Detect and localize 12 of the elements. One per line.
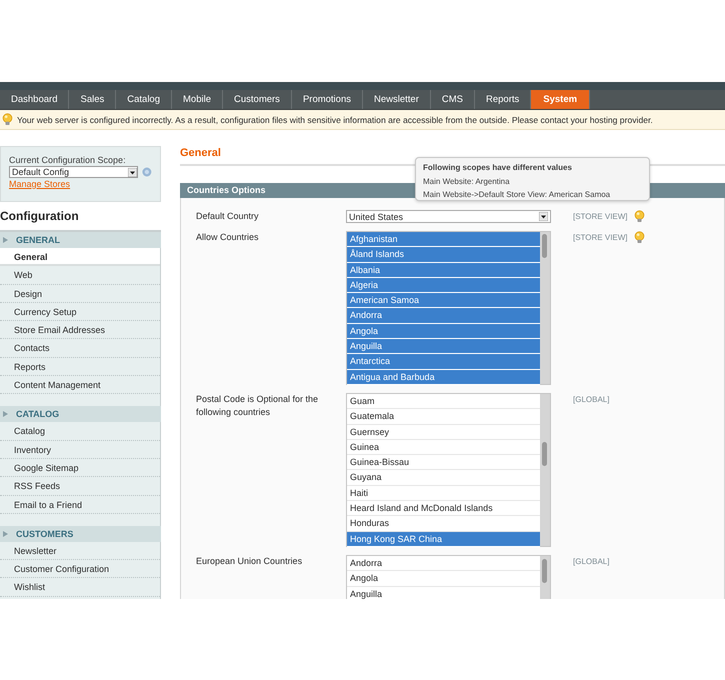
scope-tag: [STORE VIEW]	[573, 231, 628, 244]
tooltip-line: Main Website: Argentina	[423, 176, 511, 188]
tooltip-line: Main Website->Default Store View: American Samoa	[423, 189, 612, 201]
scope-tag: [STORE VIEW]	[573, 210, 628, 223]
field-label: Postal Code is Optional for the following countries	[196, 393, 320, 419]
field-label: Allow Countries	[196, 231, 260, 244]
scope-tag: [GLOBAL]	[573, 393, 610, 406]
notice-text: Your web server is configured incorrectly. As a result, configuration files with sensitive information are accessible from the outside. Please contact your hosting provider.	[17, 114, 653, 124]
scope-tag: [GLOBAL]	[573, 555, 610, 568]
field-label: Default Country	[196, 210, 260, 223]
field-label: European Union Countries	[196, 555, 304, 568]
scope-label: Current Configuration Scope:	[9, 155, 127, 165]
